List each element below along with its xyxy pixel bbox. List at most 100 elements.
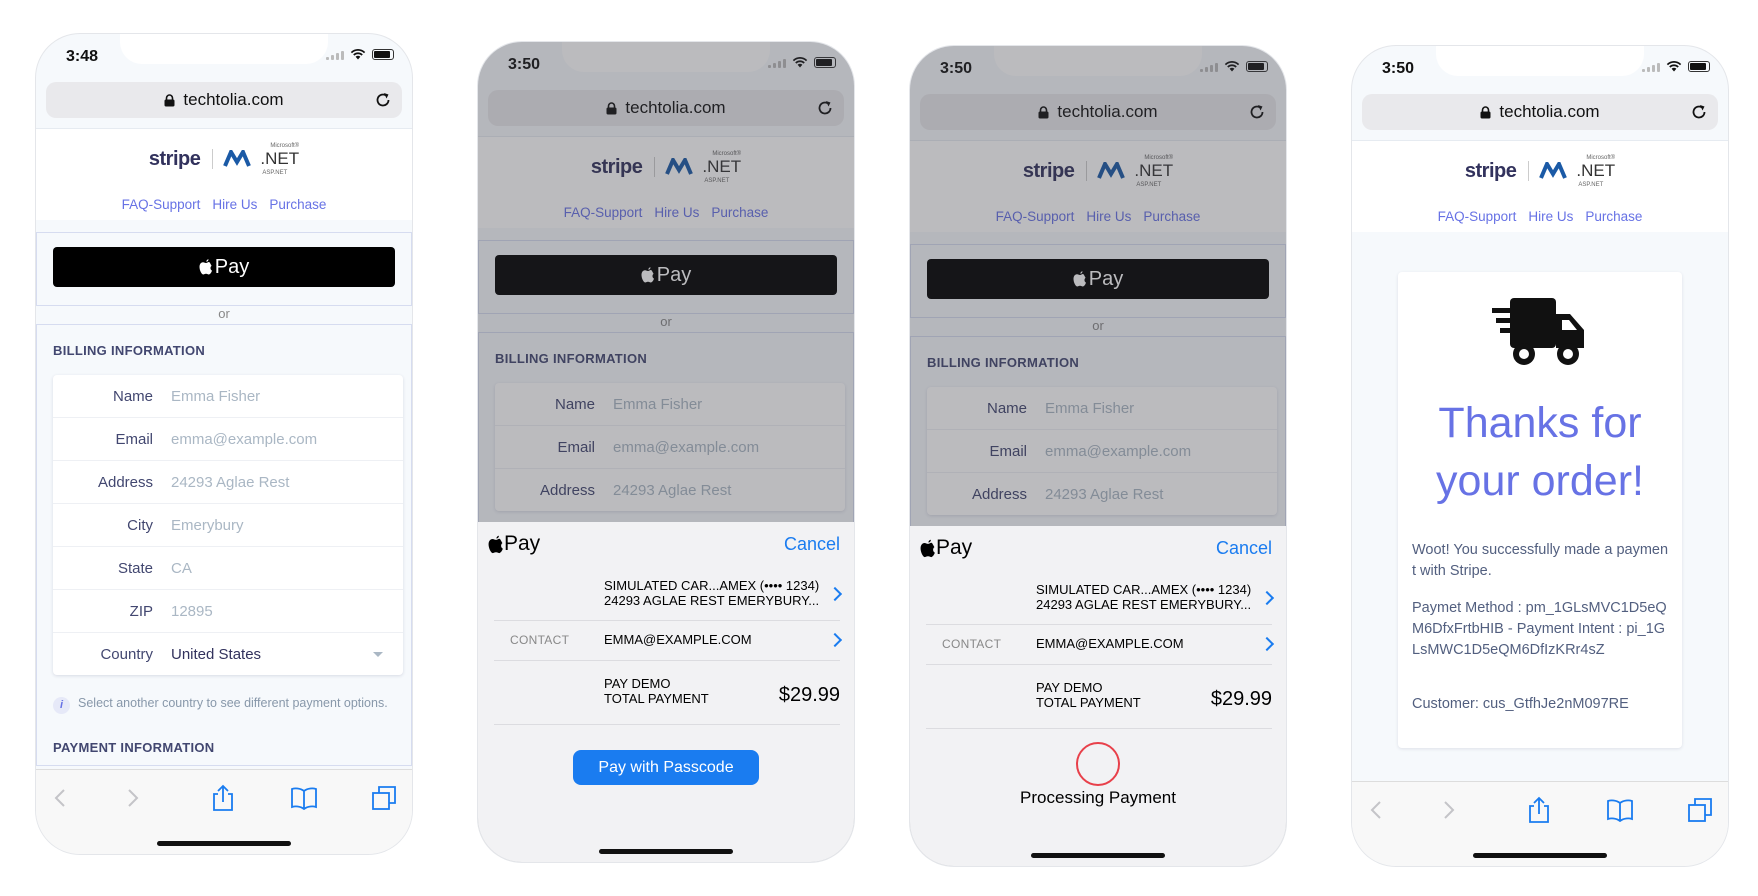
phone-checkout: 3:48 techtolia.com stripe Microsoft® .NET… (36, 34, 412, 854)
battery-icon (1688, 60, 1710, 72)
back-icon[interactable] (46, 784, 74, 812)
billing-section: BILLING INFORMATION Name Emma Fisher Emai… (36, 324, 412, 766)
url-text: techtolia.com (1057, 102, 1158, 121)
card-row[interactable]: SIMULATED CAR...AMEX (•••• 1234) 24293 AG… (926, 572, 1275, 625)
country-note: i Select another country to see different… (53, 695, 395, 714)
nav-purchase[interactable]: Purchase (1143, 209, 1200, 224)
name-field[interactable]: Name Emma Fisher (927, 387, 1277, 430)
nav-purchase[interactable]: Purchase (1585, 209, 1642, 224)
home-indicator (1473, 853, 1607, 858)
reload-icon[interactable] (1248, 103, 1266, 121)
wifi-icon (350, 49, 366, 60)
apple-pay-button[interactable]: Pay (495, 255, 837, 295)
billing-heading: BILLING INFORMATION (927, 355, 1080, 370)
browser-toolbar (36, 769, 412, 854)
status-bar: 3:50 (910, 46, 1286, 96)
tabs-icon[interactable] (1686, 796, 1714, 824)
contact-row[interactable]: CONTACT EMMA@EXAMPLE.COM (494, 620, 843, 661)
url-text: techtolia.com (183, 90, 284, 109)
wifi-icon (1666, 61, 1682, 72)
nav-purchase[interactable]: Purchase (711, 205, 768, 220)
nav-faq-support[interactable]: FAQ-Support (122, 197, 201, 212)
signal-icon (326, 48, 344, 60)
or-divider: or (1092, 318, 1104, 333)
site-header: stripe Microsoft® .NET ASP.NET (1352, 140, 1728, 202)
share-icon[interactable] (209, 784, 237, 812)
lock-icon (164, 93, 175, 106)
stripe-logo: stripe (590, 155, 643, 178)
address-field[interactable]: Address 24293 Aglae Rest (53, 461, 403, 504)
contact-row[interactable]: CONTACT EMMA@EXAMPLE.COM (926, 624, 1275, 665)
email-field[interactable]: Email emma@example.com (53, 418, 403, 461)
reload-icon[interactable] (374, 91, 392, 109)
bookmarks-icon[interactable] (1606, 796, 1634, 824)
chevron-right-icon (1259, 590, 1275, 606)
total-amount: $29.99 (1210, 688, 1272, 710)
site-nav: FAQ-Support Hire Us Purchase (910, 200, 1286, 232)
home-indicator (1031, 853, 1165, 858)
or-divider: or (218, 306, 230, 321)
address-bar[interactable]: techtolia.com (46, 82, 402, 118)
billing-fields: Name Emma Fisher Email emma@example.com Ad… (927, 387, 1277, 515)
chevron-right-icon (1259, 636, 1275, 652)
nav-hire-us[interactable]: Hire Us (1086, 209, 1131, 224)
forward-icon[interactable] (1435, 796, 1463, 824)
status-time: 3:50 (1382, 60, 1415, 77)
nav-hire-us[interactable]: Hire Us (654, 205, 699, 220)
order-confirmation-card: Thanks for your order! Woot! You successf… (1398, 272, 1682, 748)
name-field[interactable]: Name Emma Fisher (495, 383, 845, 426)
nav-faq-support[interactable]: FAQ-Support (564, 205, 643, 220)
apple-pay-sheet: Pay Cancel SIMULATED CAR...AMEX (•••• 12… (478, 522, 854, 862)
bookmarks-icon[interactable] (290, 784, 318, 812)
zip-field[interactable]: ZIP 12895 (53, 590, 403, 633)
dotnet-logo: Microsoft® .NET ASP.NET (212, 143, 299, 176)
apple-pay-button[interactable]: Pay (927, 259, 1269, 299)
total-row: PAY DEMO TOTAL PAYMENT $29.99 (494, 660, 840, 725)
address-field[interactable]: Address 24293 Aglae Rest (927, 473, 1277, 515)
dotnet-wave-icon (665, 158, 694, 175)
dotnet-logo: Microsoft® .NET ASP.NET (1086, 155, 1173, 188)
nav-purchase[interactable]: Purchase (269, 197, 326, 212)
share-icon[interactable] (1525, 796, 1553, 824)
nav-faq-support[interactable]: FAQ-Support (1438, 209, 1517, 224)
apple-icon (920, 539, 935, 557)
site-header: stripe Microsoft® .NET ASP.NET (910, 140, 1286, 202)
nav-hire-us[interactable]: Hire Us (212, 197, 257, 212)
address-bar[interactable]: techtolia.com (1362, 94, 1718, 130)
email-field[interactable]: Email emma@example.com (927, 430, 1277, 473)
site-nav: FAQ-Support Hire Us Purchase (36, 188, 412, 220)
battery-icon (814, 56, 836, 68)
reload-icon[interactable] (816, 99, 834, 117)
home-indicator (157, 841, 291, 846)
nav-faq-support[interactable]: FAQ-Support (996, 209, 1075, 224)
dotnet-logo: Microsoft® .NET ASP.NET (654, 151, 741, 184)
cancel-button[interactable]: Cancel (1216, 538, 1272, 559)
card-row[interactable]: SIMULATED CAR...AMEX (•••• 1234) 24293 AG… (494, 568, 843, 621)
nav-hire-us[interactable]: Hire Us (1528, 209, 1573, 224)
cancel-button[interactable]: Cancel (784, 534, 840, 555)
forward-icon[interactable] (119, 784, 147, 812)
country-select[interactable]: Country United States (53, 633, 403, 675)
applepay-section: Pay (478, 240, 854, 314)
apple-pay-logo: Pay (488, 532, 540, 556)
battery-icon (372, 48, 394, 60)
apple-pay-logo: Pay (920, 536, 972, 560)
address-bar[interactable]: techtolia.com (488, 90, 844, 126)
chevron-right-icon (827, 586, 843, 602)
lock-icon (606, 101, 617, 114)
apple-pay-button[interactable]: Pay (53, 247, 395, 287)
address-field[interactable]: Address 24293 Aglae Rest (495, 469, 845, 511)
email-field[interactable]: Email emma@example.com (495, 426, 845, 469)
success-message: Woot! You successfully made a payment wi… (1412, 542, 1669, 579)
name-field[interactable]: Name Emma Fisher (53, 375, 403, 418)
back-icon[interactable] (1362, 796, 1390, 824)
reload-icon[interactable] (1690, 103, 1708, 121)
state-field[interactable]: State CA (53, 547, 403, 590)
address-bar[interactable]: techtolia.com (920, 94, 1276, 130)
status-bar: 3:50 (1352, 46, 1728, 96)
tabs-icon[interactable] (370, 784, 398, 812)
city-field[interactable]: City Emerybury (53, 504, 403, 547)
wifi-icon (1224, 61, 1240, 72)
processing-spinner-icon (1076, 742, 1120, 786)
pay-with-passcode-button[interactable]: Pay with Passcode (573, 750, 759, 785)
